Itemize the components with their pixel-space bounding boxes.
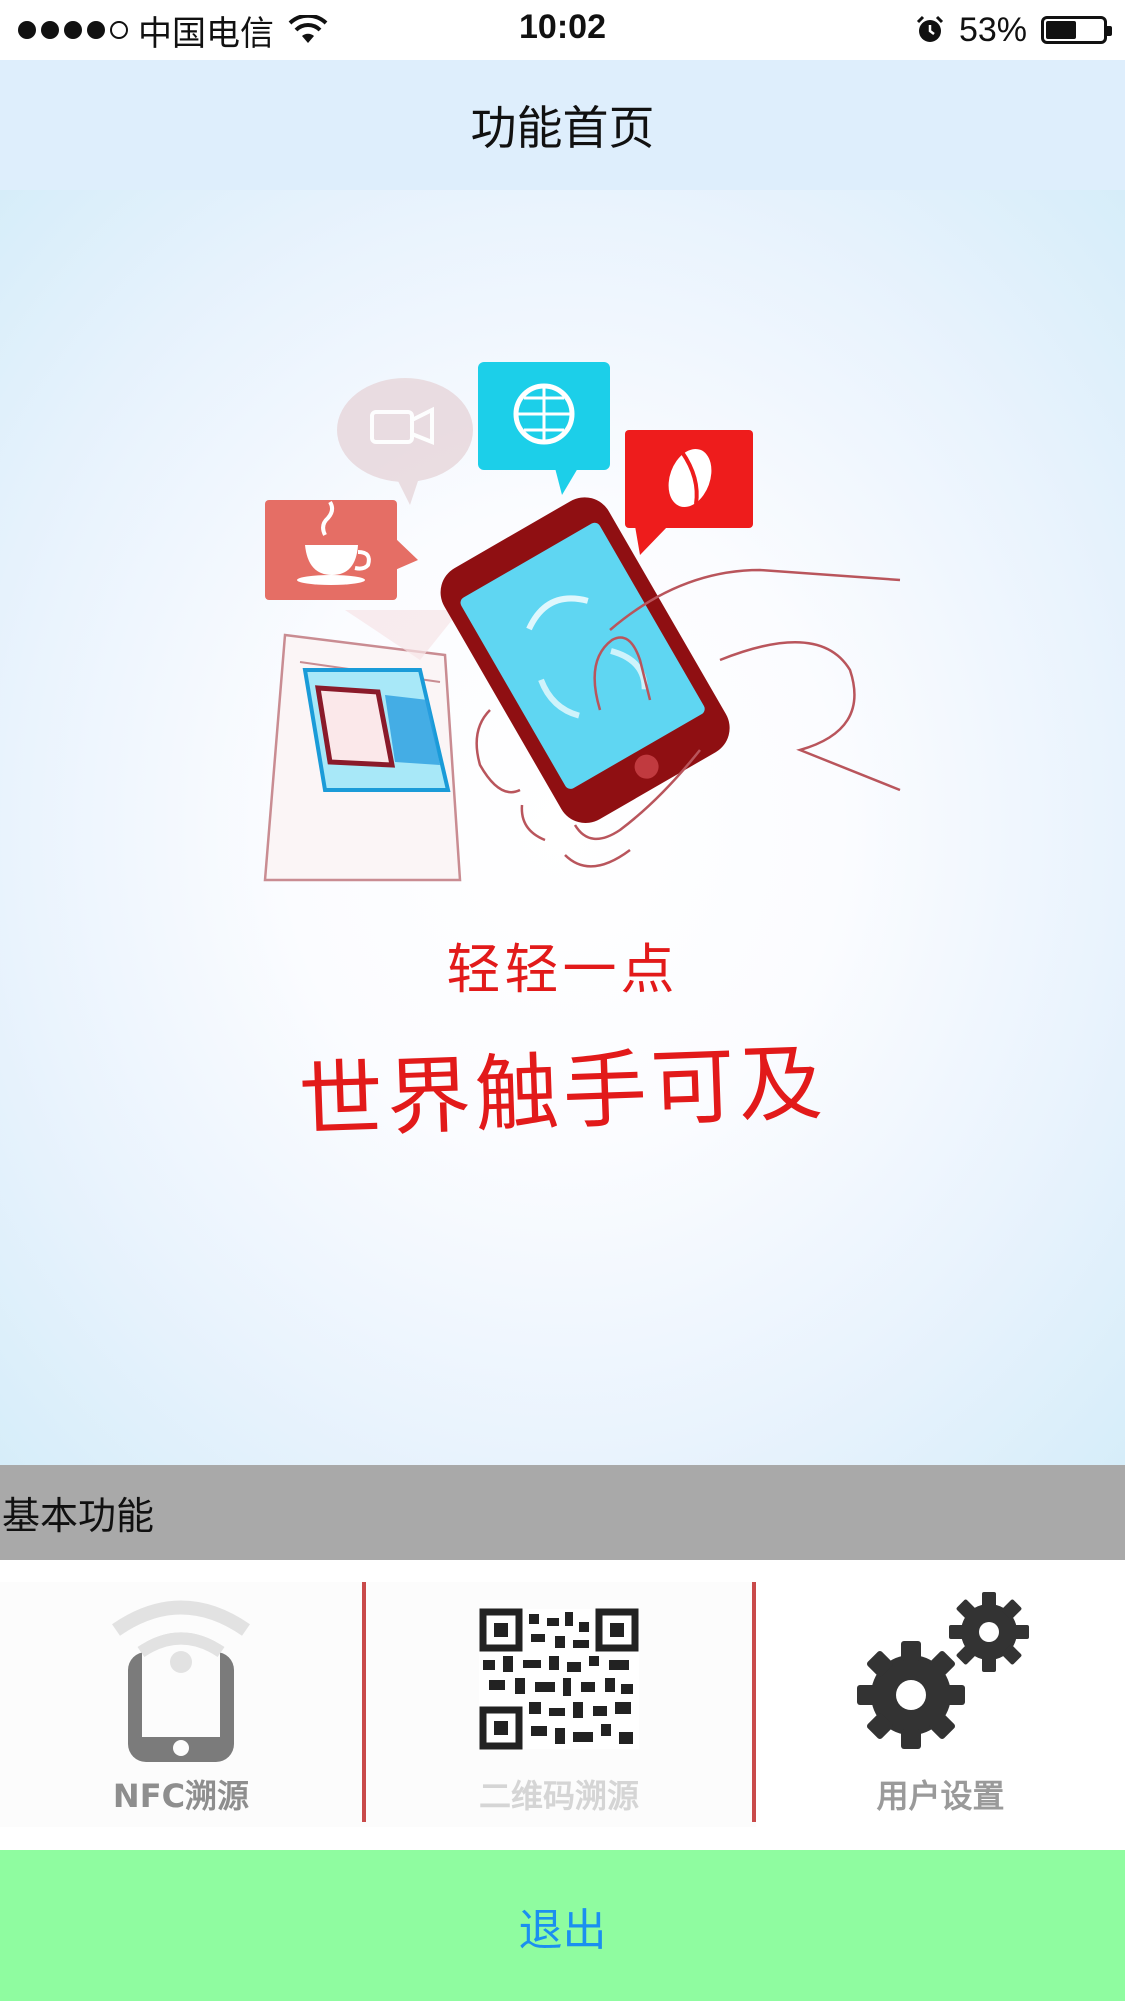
nfc-phone-icon bbox=[112, 1600, 250, 1762]
coffee-cup-bubble-icon bbox=[265, 500, 418, 600]
slogan-line-1: 轻轻一点 bbox=[446, 938, 679, 1001]
page-title: 功能首页 bbox=[470, 101, 655, 155]
nfc-trace-label: NFC溯源 bbox=[112, 1777, 250, 1815]
user-settings-button[interactable]: 用户设置 bbox=[756, 1582, 1125, 1827]
banner-image: 轻轻一点 世界触手可及 bbox=[0, 190, 1125, 1465]
exit-button[interactable]: 退出 bbox=[0, 1850, 1125, 2001]
video-bubble-icon bbox=[337, 378, 473, 505]
smartphone-illustration bbox=[440, 497, 730, 823]
status-bar: 中国电信 10:02 53% bbox=[0, 0, 1125, 60]
nav-bar: 功能首页 bbox=[0, 60, 1125, 190]
tile-divider bbox=[362, 1582, 366, 1822]
battery-icon bbox=[1041, 16, 1112, 44]
section-title: 基本功能 bbox=[2, 1494, 155, 1538]
function-grid: NFC溯源 二维码溯源 用户设置 bbox=[0, 1582, 1125, 1827]
qr-trace-button[interactable]: 二维码溯源 bbox=[362, 1582, 756, 1827]
battery-percent: 53% bbox=[958, 10, 1027, 49]
user-settings-label: 用户设置 bbox=[876, 1777, 1005, 1815]
coffee-bean-bubble-icon bbox=[625, 430, 753, 555]
alarm-clock-icon bbox=[916, 15, 943, 42]
product-package-icon bbox=[263, 610, 462, 882]
globe-bubble-icon bbox=[478, 362, 610, 495]
gears-icon bbox=[856, 1592, 1029, 1749]
battery-fill bbox=[1046, 21, 1076, 39]
nfc-trace-button[interactable]: NFC溯源 bbox=[0, 1582, 362, 1827]
qr-trace-label: 二维码溯源 bbox=[478, 1777, 639, 1815]
status-right: 53% bbox=[915, 8, 1112, 52]
section-header: 基本功能 bbox=[0, 1465, 1125, 1560]
qr-code-icon bbox=[479, 1608, 639, 1750]
exit-label: 退出 bbox=[518, 1904, 607, 1956]
banner-illustration bbox=[263, 362, 901, 882]
